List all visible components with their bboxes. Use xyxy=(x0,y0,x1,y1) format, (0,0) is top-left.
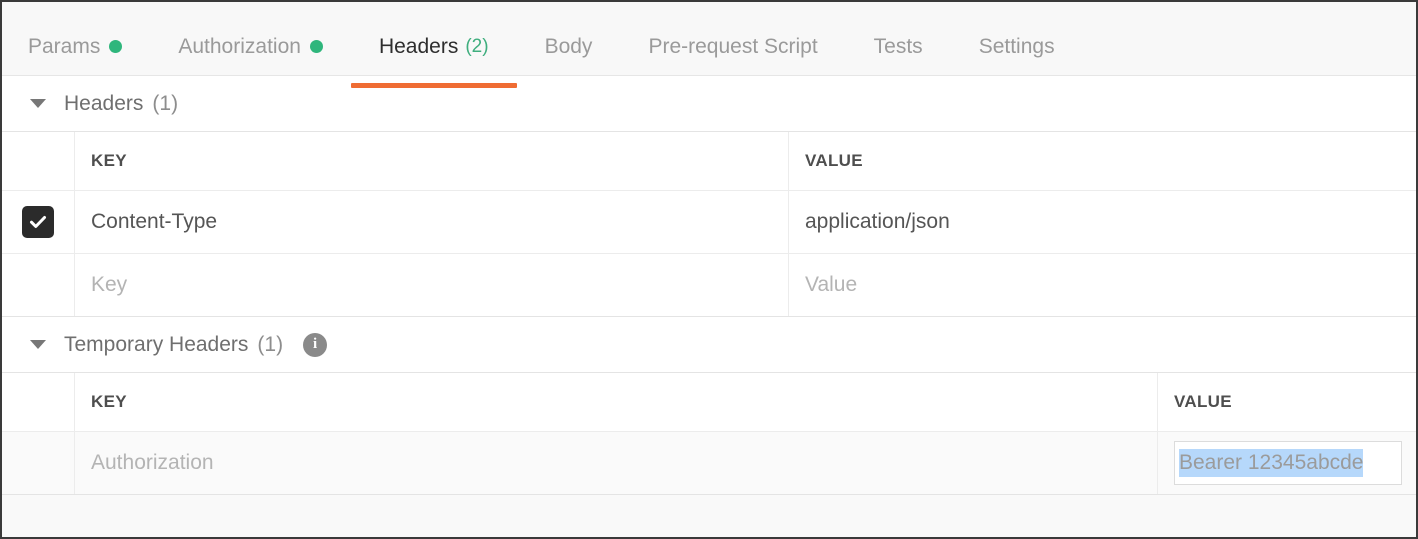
chevron-down-icon[interactable] xyxy=(30,99,46,108)
header-value-value: application/json xyxy=(805,210,950,233)
column-header-value: VALUE xyxy=(805,151,863,170)
headers-section-title: Headers xyxy=(64,92,144,115)
headers-panel: Params Authorization Headers (2) Body Pr… xyxy=(0,0,1418,539)
row-value-cell[interactable]: application/json xyxy=(789,191,1416,253)
new-row-value-cell[interactable]: Value xyxy=(789,254,1416,316)
temp-header-checkbox-column xyxy=(2,373,75,431)
tab-pre-request-script[interactable]: Pre-request Script xyxy=(620,24,845,68)
headers-section-header[interactable]: Headers (1) xyxy=(2,76,1416,131)
tab-label: Headers xyxy=(378,34,459,58)
tab-label: Pre-request Script xyxy=(648,34,818,58)
table-row: Content-Type application/json xyxy=(2,191,1416,254)
temp-header-key-value: Authorization xyxy=(91,451,214,474)
temp-table-header-row: KEY VALUE xyxy=(2,373,1416,432)
new-key-placeholder: Key xyxy=(91,273,128,296)
new-row-key-cell[interactable]: Key xyxy=(75,254,789,316)
temp-row-checkbox-cell xyxy=(2,432,75,494)
column-header-key: KEY xyxy=(91,392,127,411)
temporary-headers-table: KEY VALUE Authorization Bearer 12345abcd… xyxy=(2,372,1416,495)
temp-row-key-cell[interactable]: Authorization xyxy=(75,432,1158,494)
temp-header-key-column: KEY xyxy=(75,373,1158,431)
temp-header-value-column: VALUE xyxy=(1158,373,1416,431)
temp-header-value-input[interactable]: Bearer 12345abcde xyxy=(1174,441,1402,485)
chevron-down-icon[interactable] xyxy=(30,340,46,349)
tab-settings[interactable]: Settings xyxy=(951,24,1083,68)
tab-tests[interactable]: Tests xyxy=(846,24,951,68)
table-row-new: Key Value xyxy=(2,254,1416,316)
active-tab-underline xyxy=(350,83,517,88)
temporary-headers-section-title: Temporary Headers xyxy=(64,333,249,356)
headers-section-count: (1) xyxy=(152,92,179,115)
headers-table: KEY VALUE Content-Type application/json xyxy=(2,131,1416,317)
tab-authorization[interactable]: Authorization xyxy=(150,24,351,68)
column-header-key: KEY xyxy=(91,151,127,170)
header-key-value: Content-Type xyxy=(91,210,218,233)
modified-dot-icon xyxy=(309,39,323,53)
temporary-headers-section-header[interactable]: Temporary Headers (1) i xyxy=(2,317,1416,372)
info-icon[interactable]: i xyxy=(303,332,328,357)
new-value-placeholder: Value xyxy=(805,273,858,296)
new-row-checkbox-cell xyxy=(2,254,75,316)
tab-headers[interactable]: Headers (2) xyxy=(350,24,517,88)
header-checkbox-column xyxy=(2,132,75,190)
request-tab-bar: Params Authorization Headers (2) Body Pr… xyxy=(2,2,1416,88)
table-row: Authorization Bearer 12345abcde xyxy=(2,432,1416,494)
temp-row-value-cell[interactable]: Bearer 12345abcde xyxy=(1158,432,1416,494)
row-checkbox-cell xyxy=(2,191,75,253)
temporary-headers-section-count: (1) xyxy=(257,333,284,356)
temp-header-value-text: Bearer 12345abcde xyxy=(1179,449,1364,477)
header-enabled-checkbox[interactable] xyxy=(22,206,54,238)
headers-table-header-row: KEY VALUE xyxy=(2,132,1416,191)
header-value-column: VALUE xyxy=(789,132,1416,190)
tab-label: Body xyxy=(544,34,593,58)
tab-params[interactable]: Params xyxy=(24,24,150,68)
modified-dot-icon xyxy=(109,39,123,53)
tab-label: Tests xyxy=(873,34,923,58)
row-key-cell[interactable]: Content-Type xyxy=(75,191,789,253)
tab-label: Settings xyxy=(978,34,1055,58)
tab-label: Authorization xyxy=(178,34,301,58)
tab-label: Params xyxy=(28,34,101,58)
header-key-column: KEY xyxy=(75,132,789,190)
column-header-value: VALUE xyxy=(1174,392,1232,411)
panel-filler xyxy=(2,495,1416,537)
tab-body[interactable]: Body xyxy=(517,24,621,68)
tab-count-badge: (2) xyxy=(465,35,489,57)
